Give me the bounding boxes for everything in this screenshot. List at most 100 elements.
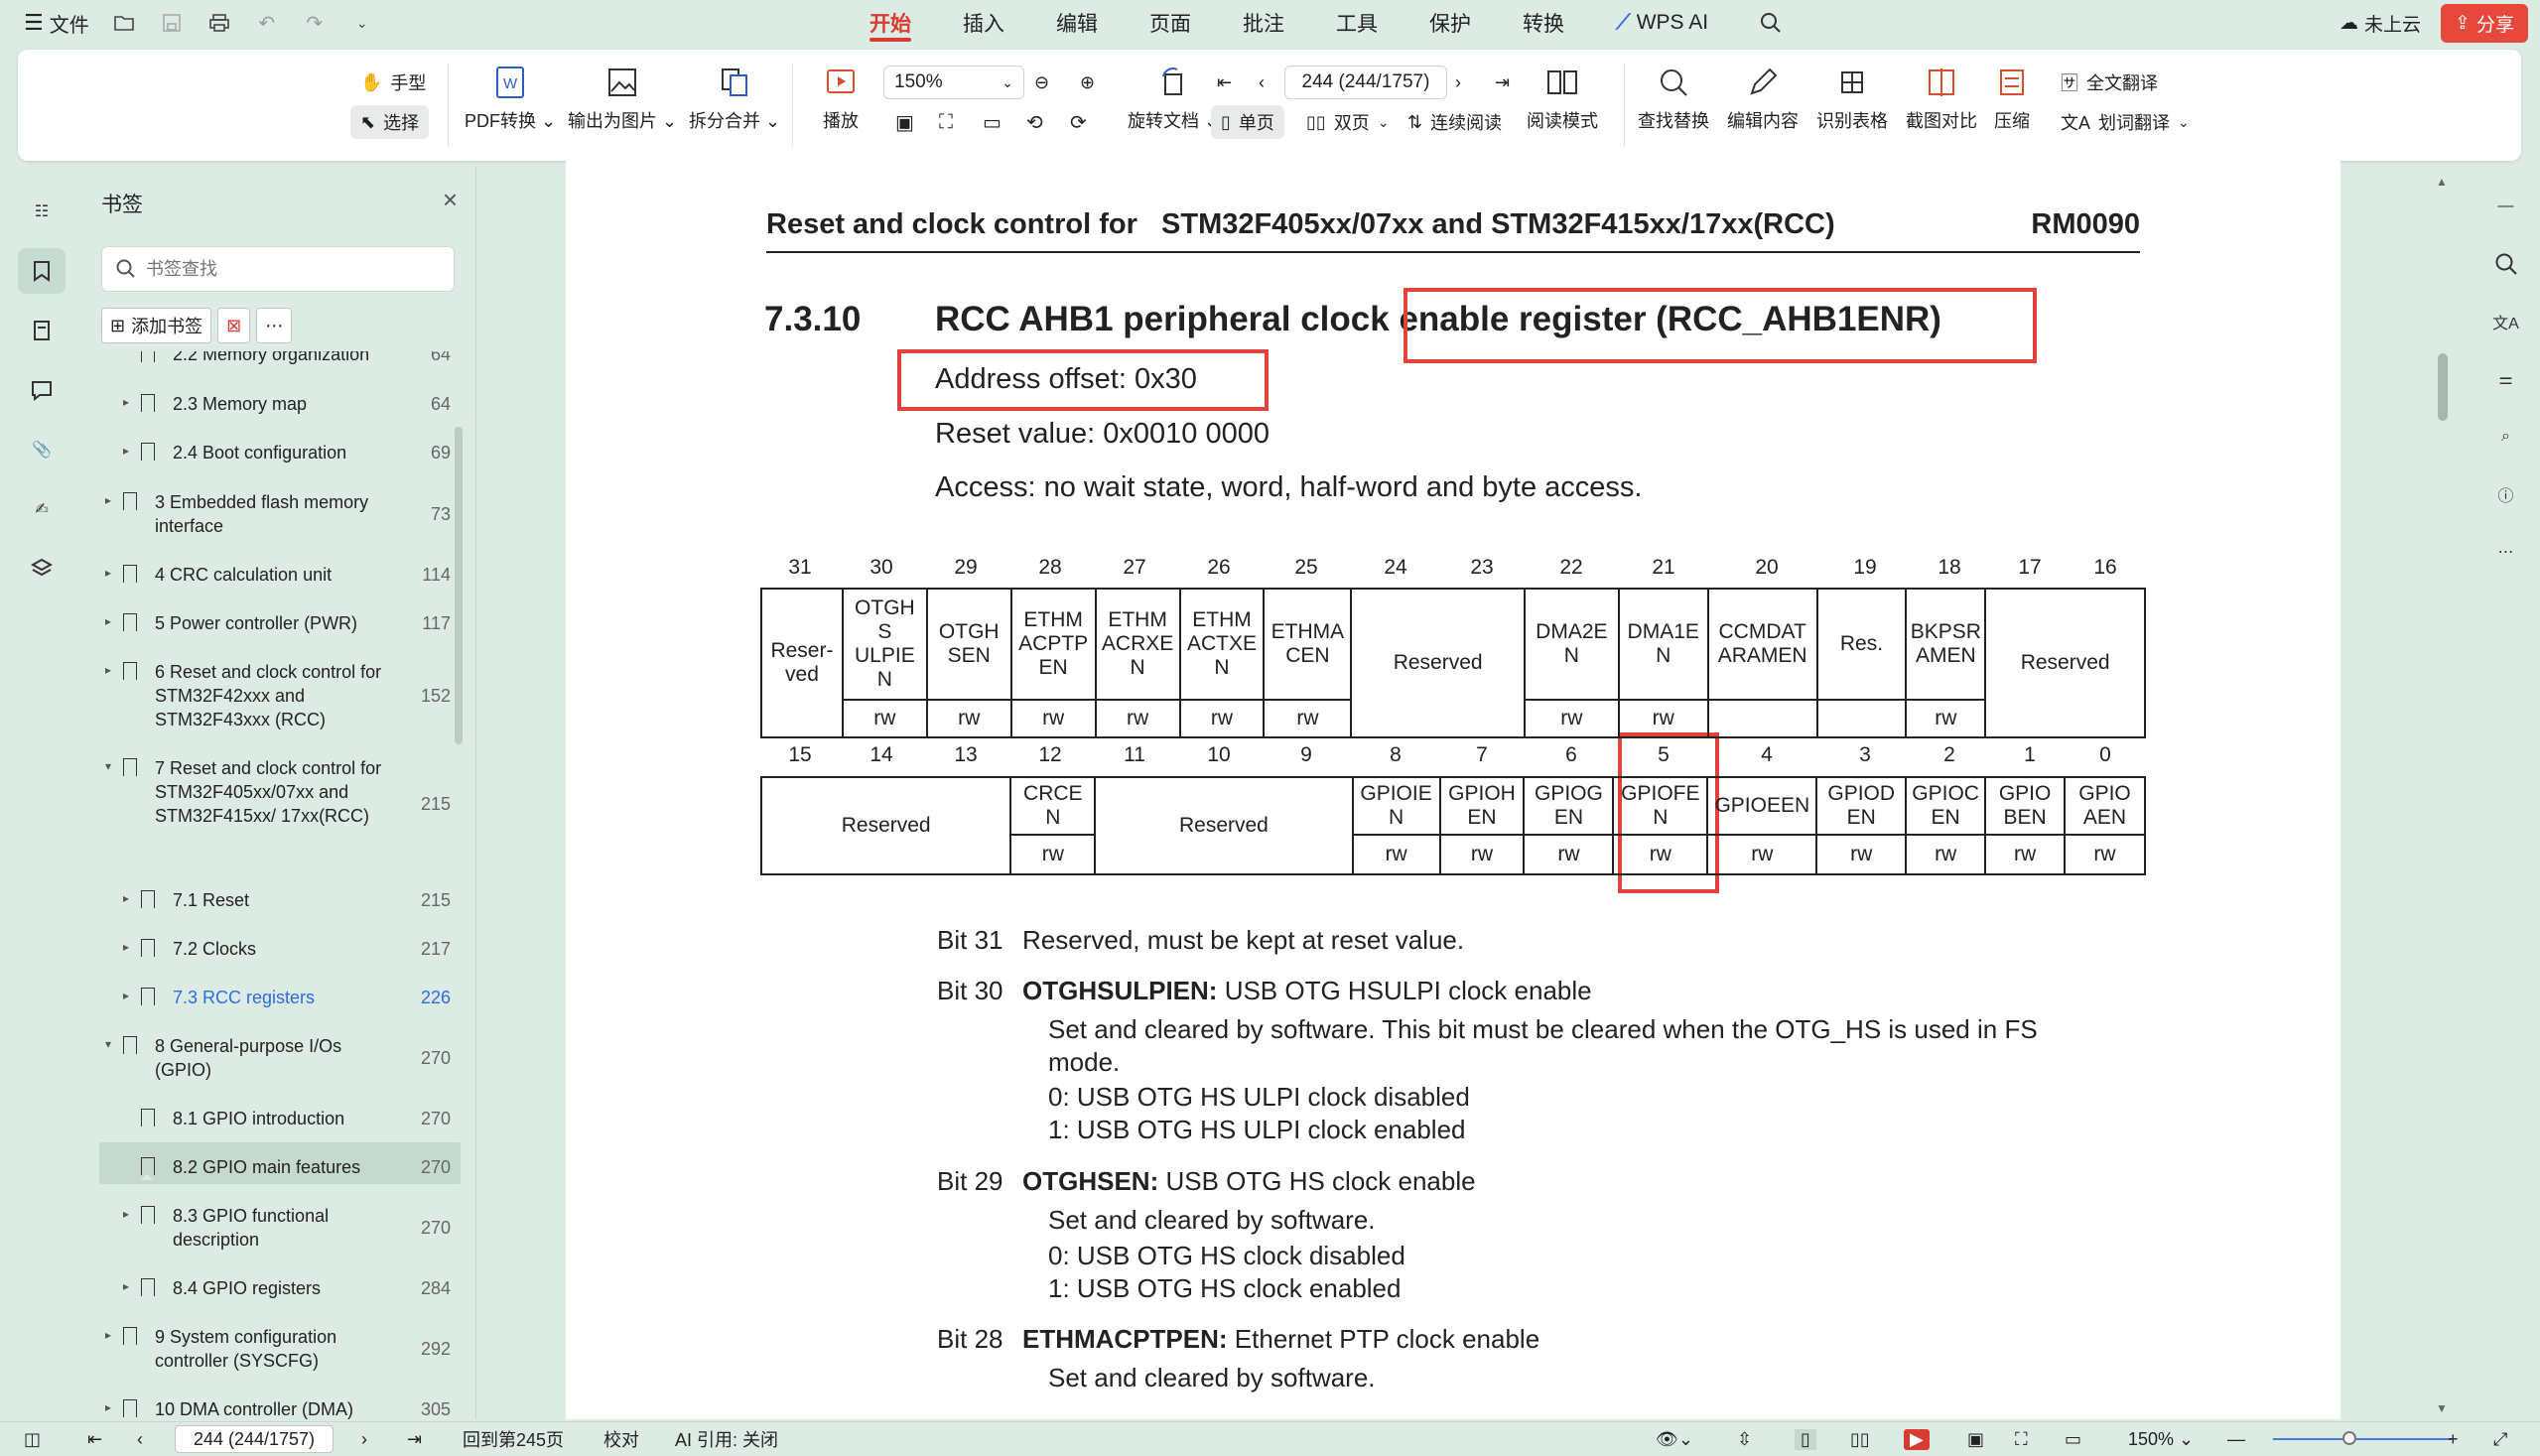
translate-icon[interactable]: 文A bbox=[2488, 304, 2524, 339]
zoom-slider-handle[interactable] bbox=[2342, 1431, 2356, 1445]
compress-button[interactable]: 压缩 bbox=[1993, 64, 2031, 133]
more-options-button[interactable]: ⋯ bbox=[256, 308, 293, 343]
comment-icon[interactable] bbox=[18, 367, 66, 413]
attachment-icon[interactable]: 📎 bbox=[18, 427, 66, 472]
hand-tool-button[interactable]: ✋ 手型 bbox=[360, 66, 426, 99]
rotate-left-icon[interactable]: ⟲ bbox=[1026, 105, 1043, 139]
read-mode-button[interactable]: 阅读模式 bbox=[1527, 64, 1598, 133]
pdf-convert-button[interactable]: W PDF转换 ⌄ bbox=[465, 64, 556, 133]
sidebar-toggle-icon[interactable]: ◫ bbox=[24, 1429, 41, 1450]
outline-icon[interactable]: ☷ bbox=[18, 189, 66, 234]
redo-icon[interactable]: ↷ bbox=[302, 10, 328, 36]
last-page-icon[interactable]: ⇥ bbox=[1495, 66, 1510, 99]
next-page-icon[interactable]: › bbox=[361, 1429, 367, 1450]
collapse-icon[interactable]: — bbox=[2488, 189, 2524, 224]
close-icon[interactable]: × bbox=[443, 185, 458, 215]
tab-insert[interactable]: 插入 bbox=[937, 0, 1030, 46]
first-page-icon[interactable]: ⇤ bbox=[1217, 66, 1232, 99]
more-icon[interactable]: ⋯ bbox=[2488, 534, 2524, 570]
prev-page-icon[interactable]: ‹ bbox=[137, 1429, 143, 1450]
cloud-status[interactable]: ☁ 未上云 bbox=[2339, 10, 2421, 37]
continuous-read-button[interactable]: ⇅ 连续阅读 bbox=[1407, 105, 1502, 139]
tab-page[interactable]: 页面 bbox=[1124, 0, 1217, 46]
prev-page-icon[interactable]: ‹ bbox=[1259, 66, 1265, 99]
fit-page-icon[interactable]: ⛶ bbox=[939, 105, 953, 139]
add-bookmark-button[interactable]: ⊞ 添加书签 bbox=[101, 308, 212, 343]
find-replace-button[interactable]: 查找替换 bbox=[1638, 64, 1709, 133]
bookmark-toolbar: ⊞ 添加书签 ⊠ ⋯ bbox=[101, 306, 293, 345]
status-zoom-select[interactable]: 150% ⌄ bbox=[2128, 1429, 2194, 1450]
fullscreen-icon[interactable]: ⤢ bbox=[2493, 1429, 2507, 1450]
first-page-icon[interactable]: ⇤ bbox=[87, 1429, 102, 1450]
screenshot-compare-button[interactable]: 截图对比 bbox=[1906, 64, 1977, 133]
last-page-icon[interactable]: ⇥ bbox=[407, 1429, 422, 1450]
share-button[interactable]: ⇪ 分享 bbox=[2441, 3, 2528, 43]
tab-edit[interactable]: 编辑 bbox=[1030, 0, 1124, 46]
rotate-right-icon[interactable]: ⟳ bbox=[1070, 105, 1087, 139]
status-page-input[interactable]: 244 (244/1757) bbox=[175, 1425, 334, 1453]
fit-page-icon[interactable]: ⛶ bbox=[2015, 1429, 2028, 1450]
zoom-select[interactable]: 150% ⌄ bbox=[883, 66, 1024, 99]
zoom-out-icon[interactable]: ⊖ bbox=[1034, 66, 1049, 99]
tab-convert[interactable]: 转换 bbox=[1497, 0, 1590, 46]
single-page-button[interactable]: ▯ 单页 bbox=[1211, 105, 1284, 139]
play-button[interactable]: 播放 bbox=[822, 64, 860, 133]
bookmark-icon[interactable] bbox=[18, 248, 66, 294]
chevron-down-icon[interactable]: ⌄ bbox=[349, 10, 375, 36]
select-tool-button[interactable]: ⬉ 选择 bbox=[350, 105, 430, 139]
single-page-icon[interactable]: ▯ bbox=[1795, 1428, 1816, 1450]
search-icon[interactable] bbox=[2488, 246, 2524, 282]
print-icon[interactable] bbox=[206, 10, 232, 36]
rotate-doc-button[interactable]: 旋转文档 ⌄ bbox=[1128, 64, 1219, 133]
thumbnail-icon[interactable] bbox=[18, 308, 66, 353]
bit29-title: OTGHSEN: USB OTG HS clock enable bbox=[1022, 1166, 1476, 1196]
full-translate-button[interactable]: 🈂 全文翻译 bbox=[2061, 66, 2158, 99]
proofread-button[interactable]: 校对 bbox=[603, 1426, 639, 1452]
word-translate-button[interactable]: 文A 划词翻译 ⌄ bbox=[2061, 105, 2190, 139]
settings-sliders-icon[interactable]: ⚌ bbox=[2488, 361, 2524, 397]
help-icon[interactable]: ⓘ bbox=[2488, 476, 2524, 512]
recognize-table-button[interactable]: 识别表格 bbox=[1816, 64, 1888, 133]
bookmark-scrollbar[interactable] bbox=[455, 427, 463, 744]
zoom-out-icon[interactable]: — bbox=[2227, 1429, 2245, 1450]
double-page-icon[interactable]: ▯▯ bbox=[1850, 1429, 1870, 1450]
bookmark-search-input[interactable] bbox=[146, 258, 424, 280]
ai-reference-status[interactable]: AI 引用: 关闭 bbox=[675, 1426, 778, 1452]
double-page-button[interactable]: ▯▯ 双页 ⌄ bbox=[1306, 105, 1390, 139]
bookmark-search[interactable] bbox=[101, 246, 455, 292]
signature-icon[interactable]: ✍ bbox=[18, 486, 66, 532]
delete-bookmark-button[interactable]: ⊠ bbox=[217, 308, 251, 343]
layers-icon[interactable] bbox=[18, 546, 66, 592]
eye-icon[interactable]: 👁⌄ bbox=[1656, 1429, 1693, 1450]
file-menu[interactable]: ☰ 文件 bbox=[24, 9, 89, 38]
zoom-slider[interactable] bbox=[2273, 1438, 2452, 1440]
play-icon[interactable]: ▶ bbox=[1904, 1428, 1930, 1450]
actual-size-icon[interactable]: ▣ bbox=[895, 105, 914, 139]
export-image-button[interactable]: 输出为图片 ⌄ bbox=[568, 64, 677, 133]
actual-size-icon[interactable]: ▣ bbox=[1967, 1429, 1984, 1450]
fit-icon[interactable]: ⇳ bbox=[1737, 1429, 1752, 1450]
open-folder-icon[interactable] bbox=[111, 10, 137, 36]
tab-protect[interactable]: 保护 bbox=[1404, 0, 1497, 46]
fit-width-icon[interactable]: ▭ bbox=[2065, 1429, 2081, 1450]
page-number-input[interactable]: 244 (244/1757) bbox=[1284, 66, 1447, 99]
tab-start[interactable]: 开始 bbox=[844, 0, 937, 46]
tab-annotate[interactable]: 批注 bbox=[1217, 0, 1310, 46]
split-merge-button[interactable]: 拆分合并 ⌄ bbox=[689, 64, 780, 133]
undo-icon[interactable]: ↶ bbox=[254, 10, 280, 36]
tab-wps-ai[interactable]: ⟋ WPS AI bbox=[1590, 0, 1734, 46]
zoom-in-icon[interactable]: + bbox=[2448, 1429, 2459, 1450]
search-icon[interactable] bbox=[1734, 0, 1807, 46]
document-search-icon[interactable]: ⌕ bbox=[2488, 419, 2524, 455]
scroll-down-icon[interactable]: ▼ bbox=[2436, 1401, 2448, 1415]
fit-width-icon[interactable]: ▭ bbox=[983, 105, 1002, 139]
save-icon[interactable] bbox=[159, 10, 185, 36]
zoom-in-icon[interactable]: ⊕ bbox=[1080, 66, 1095, 99]
bit30-line3: 0: USB OTG HS ULPI clock disabled bbox=[1048, 1082, 1470, 1112]
document-scrollbar[interactable] bbox=[2438, 353, 2448, 421]
edit-content-button[interactable]: 编辑内容 bbox=[1727, 64, 1799, 133]
next-page-icon[interactable]: › bbox=[1455, 66, 1461, 99]
scroll-up-icon[interactable]: ▲ bbox=[2436, 175, 2448, 189]
back-to-page-link[interactable]: 回到第245页 bbox=[463, 1426, 564, 1452]
tab-tools[interactable]: 工具 bbox=[1310, 0, 1404, 46]
